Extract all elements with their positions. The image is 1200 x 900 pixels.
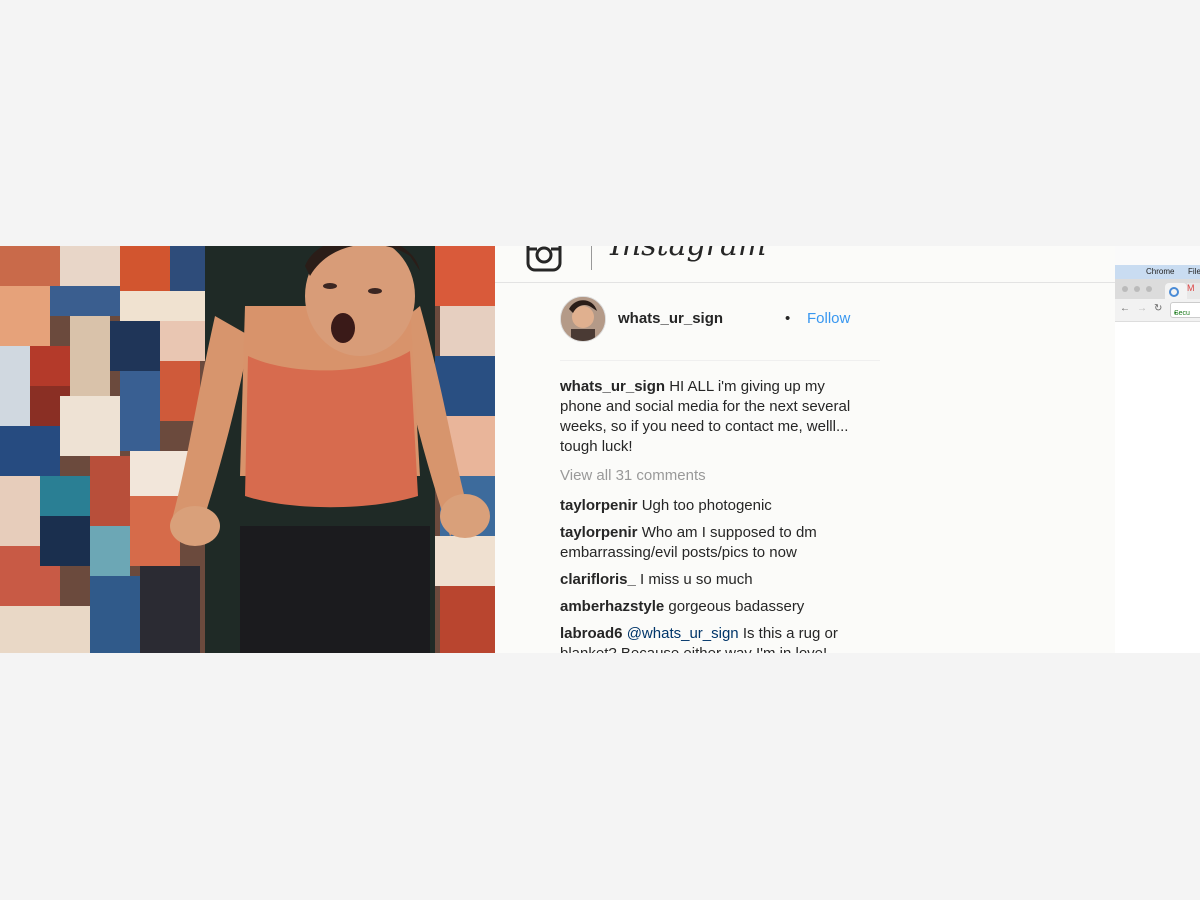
post-username[interactable]: whats_ur_sign <box>618 310 723 327</box>
browser-tab[interactable] <box>1165 283 1187 299</box>
browser-tab-gmail[interactable]: M <box>1187 283 1200 299</box>
comment-username[interactable]: labroad6 <box>560 625 623 642</box>
comment-text: I miss u so much <box>635 571 753 588</box>
instagram-panel: Instagram whats_ur_sign • Follow whats_u… <box>495 246 1115 653</box>
comment-username[interactable]: amberhazstyle <box>560 598 664 615</box>
header-separator <box>560 360 880 361</box>
avatar-image <box>561 297 605 341</box>
separator-dot: • <box>785 310 791 327</box>
gmail-icon: M <box>1187 283 1195 293</box>
close-window-button[interactable] <box>1122 286 1128 292</box>
comment-text: gorgeous badassery <box>664 598 805 615</box>
caption-username[interactable]: whats_ur_sign <box>560 378 665 395</box>
avatar[interactable] <box>560 296 606 342</box>
comment-username[interactable]: taylorpenir <box>560 524 638 541</box>
chrome-toolbar: ← → ↻ ▪ Secu <box>1115 299 1200 322</box>
menu-file[interactable]: File <box>1188 267 1200 276</box>
header-divider <box>591 246 592 270</box>
chrome-tab-bar: M <box>1115 279 1200 299</box>
address-text: Secu <box>1174 310 1190 317</box>
comment-username[interactable]: clarifloris_ <box>560 571 636 588</box>
post-photo[interactable] <box>0 246 495 653</box>
chrome-window-edge: Chrome File M ← → ↻ ▪ Secu <box>1115 265 1200 653</box>
comment: amberhazstyle gorgeous badassery <box>560 597 870 617</box>
comment: clarifloris_ I miss u so much <box>560 570 870 590</box>
comment-text: Ugh too photogenic <box>637 497 772 514</box>
comment: taylorpenir Ugh too photogenic <box>560 496 870 516</box>
minimize-window-button[interactable] <box>1134 286 1140 292</box>
comment: taylorpenir Who am I supposed to dm emba… <box>560 523 870 563</box>
instagram-camera-icon[interactable] <box>526 246 562 272</box>
reload-icon[interactable]: ↻ <box>1154 303 1162 314</box>
maximize-window-button[interactable] <box>1146 286 1152 292</box>
instagram-wordmark[interactable]: Instagram <box>610 246 766 263</box>
post-image <box>0 246 495 653</box>
follow-button[interactable]: Follow <box>807 310 850 327</box>
mac-menu-bar: Chrome File <box>1115 265 1200 279</box>
menu-chrome[interactable]: Chrome <box>1146 267 1174 276</box>
comment: labroad6 @whats_ur_sign Is this a rug or… <box>560 624 870 653</box>
forward-arrow-icon[interactable]: → <box>1137 303 1147 314</box>
instagram-header: Instagram <box>495 246 1115 283</box>
tab-favicon-icon <box>1169 287 1179 297</box>
screenshot-strip: Instagram whats_ur_sign • Follow whats_u… <box>0 246 1200 653</box>
back-arrow-icon[interactable]: ← <box>1120 303 1130 314</box>
post-header: whats_ur_sign • Follow <box>560 296 880 344</box>
comment-username[interactable]: taylorpenir <box>560 497 638 514</box>
comment-mention[interactable]: @whats_ur_sign <box>623 625 739 642</box>
address-bar[interactable]: ▪ Secu <box>1170 302 1200 318</box>
post-caption: whats_ur_sign HI ALL i'm giving up my ph… <box>560 377 870 457</box>
view-all-comments-link[interactable]: View all 31 comments <box>560 467 706 484</box>
